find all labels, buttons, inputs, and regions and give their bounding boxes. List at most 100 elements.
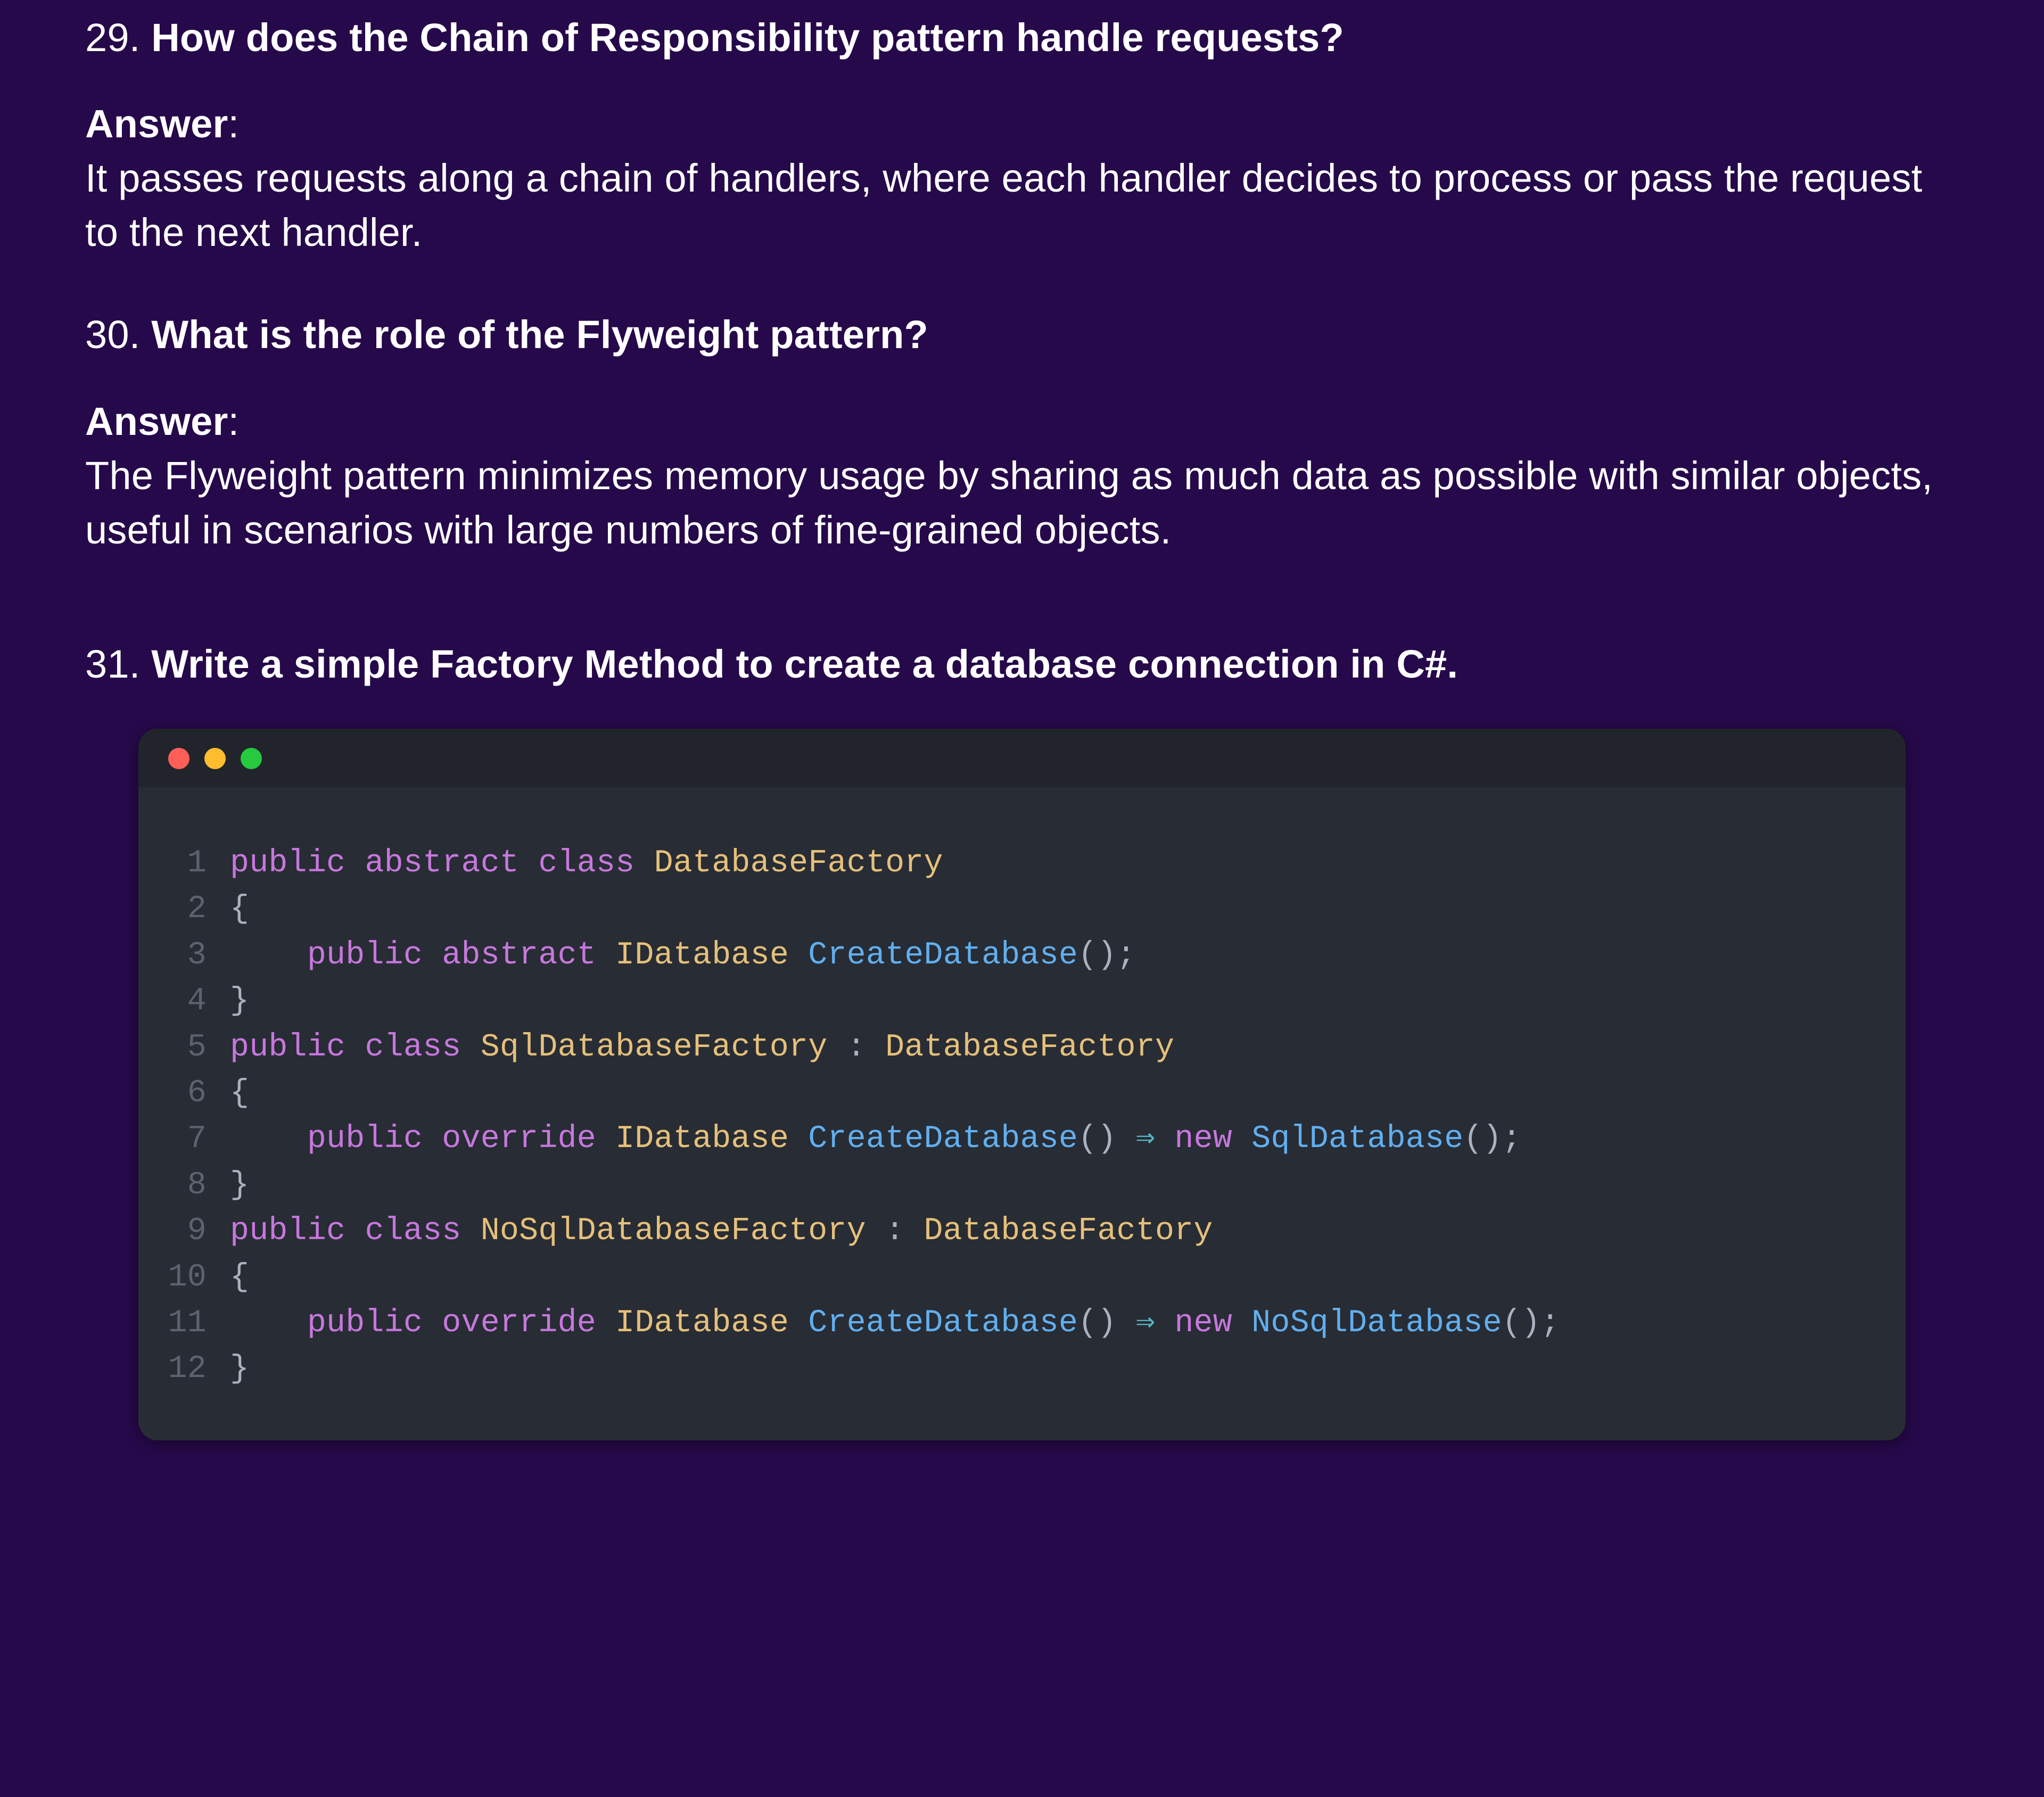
code-token (1155, 1121, 1174, 1157)
code-token: abstract (442, 937, 596, 974)
code-content: { (230, 886, 1884, 932)
code-token: CreateDatabase (808, 1305, 1078, 1341)
code-token (634, 845, 654, 881)
code-token (345, 845, 365, 881)
question-30-number: 30. (85, 312, 151, 357)
code-token: public (230, 1213, 345, 1249)
code-token: public (307, 1305, 423, 1341)
code-token (596, 937, 615, 974)
code-token (345, 1029, 365, 1066)
code-token: abstract (365, 845, 519, 881)
answer-30-label: Answer (85, 399, 228, 443)
code-token: SqlDatabase (1251, 1121, 1463, 1157)
line-number: 12 (160, 1346, 230, 1392)
line-number: 1 (160, 840, 230, 886)
code-token (789, 1305, 808, 1341)
code-token: NoSqlDatabase (1251, 1305, 1502, 1341)
question-31-title: Write a simple Factory Method to create … (151, 642, 1458, 686)
code-token (596, 1121, 615, 1157)
line-number: 7 (160, 1116, 230, 1162)
code-token (1155, 1305, 1174, 1341)
code-token: { (230, 1259, 249, 1296)
code-line: 8} (160, 1163, 1884, 1208)
code-content: } (230, 1346, 1884, 1392)
code-token: } (230, 1167, 249, 1204)
code-token: override (442, 1305, 596, 1341)
code-line: 1public abstract class DatabaseFactory (160, 840, 1884, 886)
answer-29: Answer: It passes requests along a chain… (85, 97, 1959, 260)
window-zoom-icon (241, 748, 262, 769)
code-token: : (827, 1029, 885, 1066)
code-token: (); (1463, 1121, 1521, 1157)
code-content: public abstract class DatabaseFactory (230, 840, 1884, 886)
line-number: 11 (160, 1300, 230, 1346)
code-line: 2{ (160, 886, 1884, 932)
line-number: 9 (160, 1208, 230, 1254)
code-token: : (866, 1213, 924, 1249)
section-spacer (85, 605, 1959, 637)
code-token: new (1174, 1121, 1232, 1157)
line-number: 3 (160, 933, 230, 978)
code-token: public (230, 845, 345, 881)
code-token: (); (1078, 937, 1136, 974)
code-token: public (230, 1029, 345, 1066)
code-token: IDatabase (615, 1121, 789, 1157)
code-token: IDatabase (615, 937, 789, 974)
code-line: 12} (160, 1346, 1884, 1392)
code-line: 4} (160, 978, 1884, 1024)
code-token (461, 1213, 481, 1249)
code-content: } (230, 1163, 1884, 1208)
line-number: 2 (160, 886, 230, 932)
question-30-heading: 30. What is the role of the Flyweight pa… (85, 308, 1959, 362)
code-token: class (365, 1213, 461, 1249)
code-token: new (1174, 1305, 1232, 1341)
code-line: 6{ (160, 1070, 1884, 1116)
code-token (519, 845, 538, 881)
code-token: DatabaseFactory (654, 845, 943, 881)
code-token (789, 937, 808, 974)
code-token: CreateDatabase (808, 937, 1078, 974)
line-number: 10 (160, 1255, 230, 1300)
code-block: 1public abstract class DatabaseFactory2{… (138, 729, 1906, 1440)
code-content: { (230, 1070, 1884, 1116)
code-content: public override IDatabase CreateDatabase… (230, 1116, 1884, 1162)
code-token (230, 1305, 307, 1341)
question-29-heading: 29. How does the Chain of Responsibility… (85, 11, 1959, 65)
code-content: public abstract IDatabase CreateDatabase… (230, 933, 1884, 978)
code-token: { (230, 891, 249, 927)
code-token (345, 1213, 365, 1249)
code-line: 3 public abstract IDatabase CreateDataba… (160, 933, 1884, 978)
code-token (789, 1121, 808, 1157)
code-token: override (442, 1121, 596, 1157)
window-minimize-icon (204, 748, 226, 769)
code-token: IDatabase (615, 1305, 789, 1341)
code-line: 9public class NoSqlDatabaseFactory : Dat… (160, 1208, 1884, 1254)
code-token: () (1078, 1121, 1136, 1157)
question-29-title: How does the Chain of Responsibility pat… (151, 15, 1344, 60)
code-token: (); (1502, 1305, 1560, 1341)
code-body: 1public abstract class DatabaseFactory2{… (138, 787, 1906, 1440)
code-token: public (307, 937, 423, 974)
code-token (423, 1121, 442, 1157)
code-content: public override IDatabase CreateDatabase… (230, 1300, 1884, 1346)
code-content: } (230, 978, 1884, 1024)
code-token (423, 937, 442, 974)
line-number: 5 (160, 1025, 230, 1070)
answer-30: Answer: The Flyweight pattern minimizes … (85, 394, 1959, 557)
code-line: 5public class SqlDatabaseFactory : Datab… (160, 1025, 1884, 1070)
code-line: 10{ (160, 1255, 1884, 1300)
line-number: 8 (160, 1163, 230, 1208)
code-token (596, 1305, 615, 1341)
code-token (1232, 1121, 1251, 1157)
line-number: 6 (160, 1070, 230, 1116)
code-token (230, 1121, 307, 1157)
code-token (1232, 1305, 1251, 1341)
code-content: public class NoSqlDatabaseFactory : Data… (230, 1208, 1884, 1254)
code-token: ⇒ (1136, 1305, 1155, 1341)
code-token: CreateDatabase (808, 1121, 1078, 1157)
code-token: SqlDatabaseFactory (481, 1029, 828, 1066)
code-token: ⇒ (1136, 1121, 1155, 1157)
question-31-heading: 31. Write a simple Factory Method to cre… (85, 637, 1959, 691)
answer-29-label: Answer (85, 102, 228, 146)
question-29-number: 29. (85, 15, 151, 60)
